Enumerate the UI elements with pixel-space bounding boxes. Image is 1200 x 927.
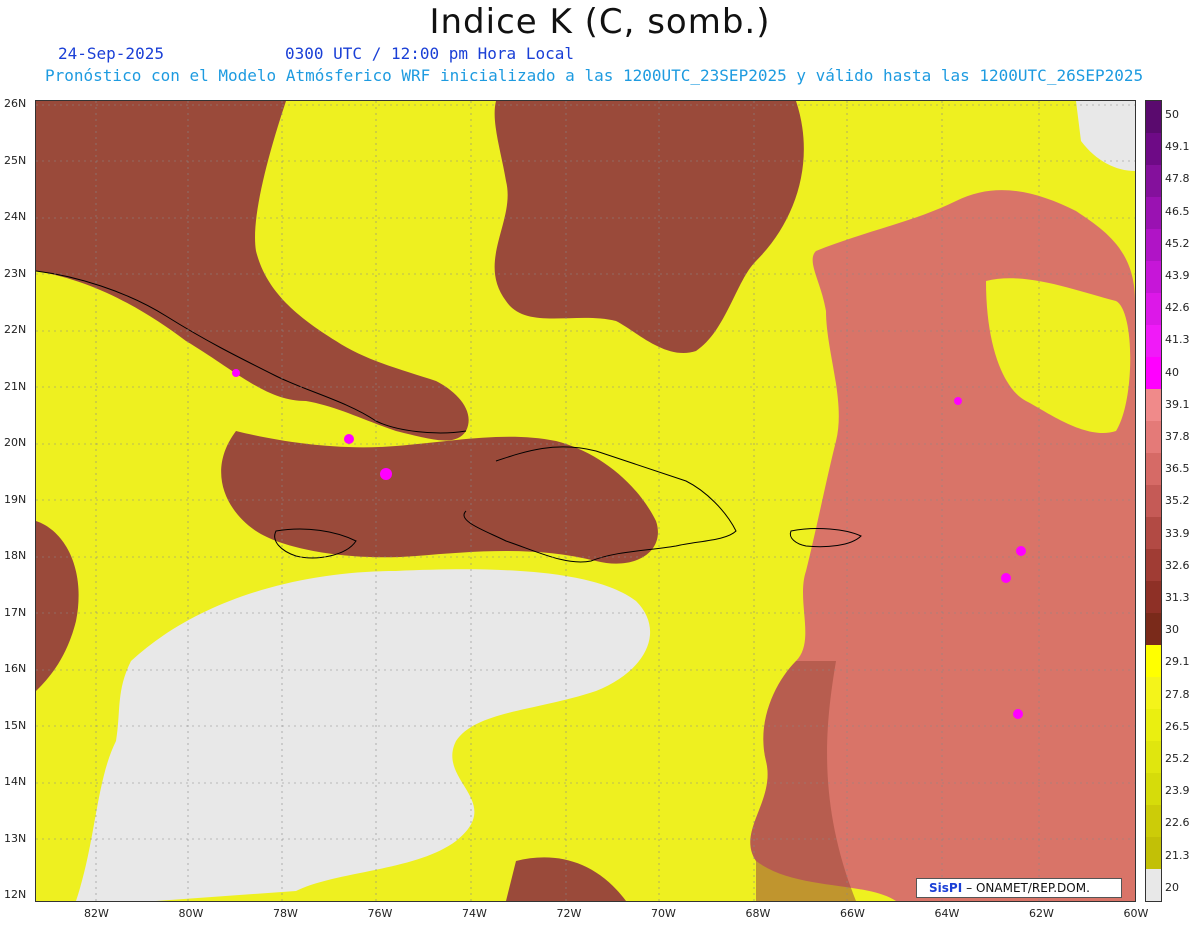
longitude-label: 76W bbox=[367, 907, 393, 920]
colorbar-swatch bbox=[1146, 677, 1161, 709]
latitude-label: 25N bbox=[4, 153, 27, 167]
colorbar-swatch bbox=[1146, 613, 1161, 645]
colorbar-label: 26.5 bbox=[1165, 719, 1190, 733]
colorbar-swatch bbox=[1146, 389, 1161, 421]
colorbar-label: 29.1 bbox=[1165, 655, 1190, 669]
colorbar-swatch bbox=[1146, 773, 1161, 805]
magenta-spot bbox=[344, 434, 354, 444]
latitude-label: 14N bbox=[4, 775, 27, 788]
credit-box: SisPI – ONAMET/REP.DOM. bbox=[916, 878, 1122, 898]
latitude-label: 20N bbox=[4, 436, 27, 449]
colorbar-swatch bbox=[1146, 229, 1161, 261]
longitude-label: 78W bbox=[273, 907, 298, 920]
colorbar-swatch bbox=[1146, 741, 1161, 773]
colorbar-label: 36.5 bbox=[1165, 462, 1190, 476]
colorbar-swatch bbox=[1146, 293, 1161, 325]
colorbar-swatch bbox=[1146, 421, 1161, 453]
colorbar-label: 43.9 bbox=[1165, 269, 1190, 282]
magenta-spot bbox=[1013, 709, 1023, 719]
longitude-label: 72W bbox=[556, 907, 582, 920]
latitude-label: 26N bbox=[4, 97, 27, 110]
latitude-label: 12N bbox=[4, 888, 27, 901]
longitude-label: 68W bbox=[745, 907, 771, 920]
colorbar-swatch bbox=[1146, 581, 1161, 613]
colorbar-label: 22.6 bbox=[1165, 816, 1190, 830]
longitude-label: 70W bbox=[651, 907, 676, 920]
longitude-label: 66W bbox=[840, 907, 865, 920]
sispi-logo: SisPI bbox=[929, 881, 963, 895]
colorbar-label: 21.3 bbox=[1165, 848, 1190, 862]
colorbar-swatch bbox=[1146, 165, 1161, 197]
latitude-label: 18N bbox=[4, 549, 27, 562]
colorbar-label: 20 bbox=[1165, 880, 1179, 894]
colorbar-swatch bbox=[1146, 517, 1161, 549]
colorbar-swatch bbox=[1146, 197, 1161, 229]
latitude-label: 16N bbox=[4, 662, 27, 675]
forecast-time: 0300 UTC / 12:00 pm Hora Local bbox=[285, 44, 574, 63]
latitude-label: 21N bbox=[4, 379, 27, 393]
colorbar-label: 30 bbox=[1165, 623, 1179, 637]
map-canvas bbox=[36, 101, 1135, 901]
colorbar-swatch bbox=[1146, 261, 1161, 293]
colorbar-label: 35.2 bbox=[1165, 494, 1190, 508]
latitude-label: 19N bbox=[4, 492, 27, 506]
colorbar-label: 46.5 bbox=[1165, 204, 1190, 218]
colorbar-label: 32.6 bbox=[1165, 558, 1190, 572]
credit-text: – ONAMET/REP.DOM. bbox=[966, 881, 1090, 895]
colorbar-swatch bbox=[1146, 549, 1161, 581]
colorbar-swatch bbox=[1146, 709, 1161, 741]
colorbar-label: 23.9 bbox=[1165, 784, 1190, 798]
colorbar-swatch bbox=[1146, 837, 1161, 869]
colorbar-label: 33.9 bbox=[1165, 526, 1190, 540]
magenta-spot bbox=[1001, 573, 1011, 583]
magenta-spot bbox=[380, 468, 392, 480]
colorbar-label: 41.3 bbox=[1165, 333, 1190, 347]
colorbar-label: 49.1 bbox=[1165, 140, 1190, 154]
colorbar-label: 42.6 bbox=[1165, 301, 1190, 315]
latitude-label: 22N bbox=[4, 323, 27, 336]
longitude-label: 82W bbox=[84, 907, 109, 920]
longitude-label: 62W bbox=[1029, 907, 1054, 920]
colorbar-label: 47.8 bbox=[1165, 172, 1190, 186]
colorbar-swatch bbox=[1146, 133, 1161, 165]
magenta-spot bbox=[954, 397, 962, 405]
colorbar-swatch bbox=[1146, 645, 1161, 677]
colorbar-label: 50 bbox=[1165, 108, 1179, 121]
colorbar-swatch bbox=[1146, 357, 1161, 389]
colorbar-swatch bbox=[1146, 805, 1161, 837]
forecast-date: 24-Sep-2025 bbox=[58, 44, 164, 63]
colorbar-swatch bbox=[1146, 869, 1161, 901]
colorbar-swatch bbox=[1146, 485, 1161, 517]
colorbar-label: 31.3 bbox=[1165, 591, 1190, 604]
magenta-spot bbox=[1016, 546, 1026, 556]
longitude-label: 64W bbox=[934, 907, 960, 920]
colorbar-label: 27.8 bbox=[1165, 687, 1190, 701]
longitude-label: 80W bbox=[178, 907, 204, 920]
map-title: Indice K (C, somb.) bbox=[429, 2, 771, 42]
forecast-description: Pronóstico con el Modelo Atmósferico WRF… bbox=[45, 66, 1144, 85]
latitude-label: 13N bbox=[4, 831, 27, 845]
latitude-label: 17N bbox=[4, 605, 27, 619]
longitude-label: 60W bbox=[1123, 907, 1149, 920]
latitude-label: 15N bbox=[4, 718, 27, 732]
colorbar-label: 39.1 bbox=[1165, 397, 1190, 411]
colorbar-swatch bbox=[1146, 453, 1161, 485]
colorbar bbox=[1145, 100, 1162, 902]
colorbar-label: 37.8 bbox=[1165, 430, 1190, 443]
colorbar-swatch bbox=[1146, 325, 1161, 357]
magenta-spot bbox=[232, 369, 240, 377]
longitude-label: 74W bbox=[462, 907, 487, 920]
colorbar-label: 25.2 bbox=[1165, 752, 1190, 765]
latitude-label: 23N bbox=[4, 266, 27, 280]
k-index-map bbox=[35, 100, 1136, 902]
colorbar-label: 45.2 bbox=[1165, 236, 1190, 250]
colorbar-label: 40 bbox=[1165, 365, 1179, 379]
colorbar-swatch bbox=[1146, 101, 1161, 133]
latitude-label: 24N bbox=[4, 210, 27, 223]
